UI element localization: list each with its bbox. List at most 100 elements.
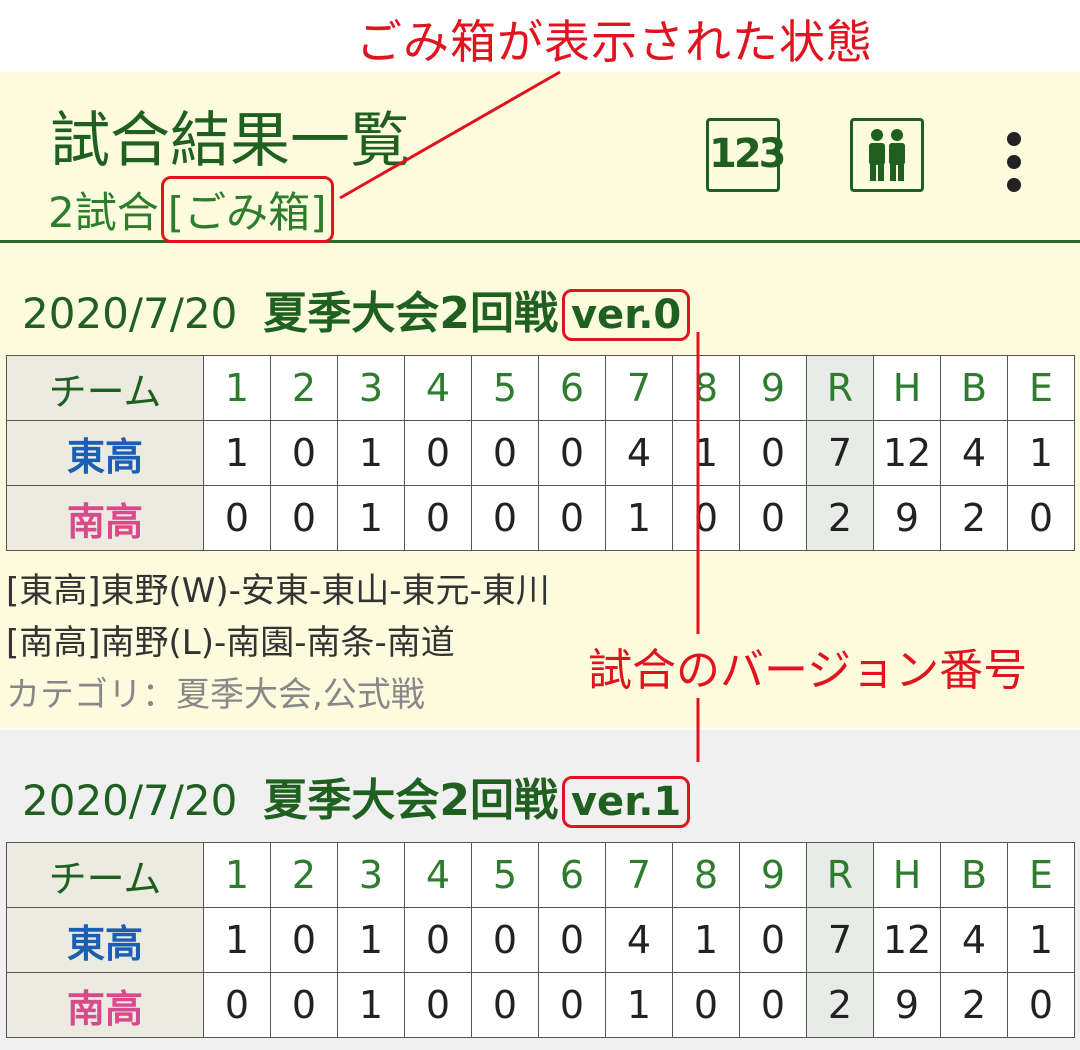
players-icon-glyph — [869, 129, 905, 181]
score-cell: 0 — [538, 972, 606, 1038]
column-header: H — [873, 355, 941, 421]
column-header: 1 — [203, 355, 271, 421]
runs-cell: 7 — [806, 420, 874, 486]
column-header: 9 — [739, 842, 807, 908]
score-cell: 0 — [739, 907, 807, 973]
column-header: 4 — [404, 355, 472, 421]
scoreboard-header-row: チーム 1 2 3 4 5 6 7 8 9 R H B E — [6, 355, 1075, 421]
runs-cell: 7 — [806, 907, 874, 973]
team-name: 南高 — [6, 485, 204, 551]
annotation-version-number: 試合のバージョン番号 — [588, 634, 1028, 698]
score-cell: 0 — [203, 972, 271, 1038]
column-header: 7 — [605, 842, 673, 908]
hits-cell: 9 — [873, 972, 941, 1038]
score-cell: 1 — [672, 907, 740, 973]
column-header: 5 — [471, 355, 539, 421]
hits-cell: 9 — [873, 485, 941, 551]
score-cell: 0 — [739, 485, 807, 551]
game-version: ver.0 — [561, 289, 691, 341]
errors-cell: 1 — [1007, 420, 1075, 486]
score-cell: 0 — [672, 972, 740, 1038]
hits-cell: 12 — [873, 907, 941, 973]
column-header: 4 — [404, 842, 472, 908]
score-cell: 0 — [270, 485, 338, 551]
score-cell: 0 — [538, 485, 606, 551]
scoreboard-table: チーム 1 2 3 4 5 6 7 8 9 R H B E 東高 1 0 1 0… — [6, 355, 1075, 551]
players-icon[interactable] — [850, 118, 924, 192]
column-header: 1 — [203, 842, 271, 908]
team-row: 南高 0 0 1 0 0 0 1 0 0 2 9 2 0 — [6, 972, 1075, 1038]
score-cell: 0 — [404, 972, 472, 1038]
team-row: 東高 1 0 1 0 0 0 4 1 0 7 12 4 1 — [6, 420, 1075, 486]
game-count: 2試合 — [48, 188, 159, 237]
score-cell: 1 — [337, 485, 405, 551]
column-header: 6 — [538, 355, 606, 421]
score-cell: 0 — [471, 485, 539, 551]
walks-cell: 4 — [940, 907, 1008, 973]
errors-cell: 0 — [1007, 485, 1075, 551]
game-title: 夏季大会2回戦 — [263, 288, 558, 339]
game-title: 夏季大会2回戦 — [263, 775, 558, 826]
score-cell: 0 — [471, 420, 539, 486]
score-cell: 0 — [404, 907, 472, 973]
score-cell: 1 — [203, 907, 271, 973]
pitcher-summary: [東高]東野(W)-安東-東山-東元-東川 [南高]南野(L)-南園-南条-南道… — [6, 565, 550, 721]
team-row: 南高 0 0 1 0 0 0 1 0 0 2 9 2 0 — [6, 485, 1075, 551]
hits-cell: 12 — [873, 420, 941, 486]
column-header: E — [1007, 842, 1075, 908]
column-header: 3 — [337, 355, 405, 421]
app-header: 試合結果一覧 2試合 [ごみ箱] 123 — [0, 72, 1080, 243]
column-header: H — [873, 842, 941, 908]
annotation-trash-state: ごみ箱が表示された状態 — [356, 15, 873, 69]
pitchers-south: [南高]南野(L)-南園-南条-南道 — [6, 623, 455, 663]
score-cell: 1 — [605, 972, 673, 1038]
game-version: ver.1 — [561, 776, 691, 828]
column-header: B — [940, 355, 1008, 421]
score-123-icon-text: 123 — [709, 131, 787, 177]
game-card-2[interactable]: 2020/7/20 夏季大会2回戦 ver.1 チーム 1 2 3 4 5 6 7 … — [0, 730, 1080, 1050]
team-name: 南高 — [6, 972, 204, 1038]
column-header: 2 — [270, 355, 338, 421]
score-cell: 1 — [605, 485, 673, 551]
score-cell: 4 — [605, 907, 673, 973]
score-cell: 4 — [605, 420, 673, 486]
column-header: R — [806, 842, 874, 908]
score-cell: 0 — [739, 420, 807, 486]
column-header: 8 — [672, 842, 740, 908]
walks-cell: 2 — [940, 972, 1008, 1038]
score-cell: 0 — [538, 420, 606, 486]
game-date: 2020/7/20 — [22, 776, 238, 825]
team-row: 東高 1 0 1 0 0 0 4 1 0 7 12 4 1 — [6, 907, 1075, 973]
score-cell: 1 — [203, 420, 271, 486]
column-header: 3 — [337, 842, 405, 908]
score-123-icon[interactable]: 123 — [706, 118, 787, 192]
game-count-subtitle: 2試合 [ごみ箱] — [48, 176, 334, 243]
column-header: 2 — [270, 842, 338, 908]
score-cell: 0 — [404, 485, 472, 551]
score-cell: 0 — [270, 972, 338, 1038]
scoreboard-header-row: チーム 1 2 3 4 5 6 7 8 9 R H B E — [6, 842, 1075, 908]
score-cell: 0 — [538, 907, 606, 973]
page-title: 試合結果一覧 — [50, 106, 410, 176]
runs-cell: 2 — [806, 485, 874, 551]
column-header: チーム — [6, 842, 204, 908]
column-header: 9 — [739, 355, 807, 421]
game-heading: 2020/7/20 夏季大会2回戦 ver.1 — [22, 764, 691, 828]
column-header: チーム — [6, 355, 204, 421]
score-cell: 0 — [270, 907, 338, 973]
more-vert-icon[interactable] — [1000, 132, 1028, 192]
column-header: 7 — [605, 355, 673, 421]
column-header: B — [940, 842, 1008, 908]
column-header: 8 — [672, 355, 740, 421]
scoreboard-table: チーム 1 2 3 4 5 6 7 8 9 R H B E 東高 1 0 1 0… — [6, 842, 1075, 1038]
errors-cell: 0 — [1007, 972, 1075, 1038]
column-header: E — [1007, 355, 1075, 421]
score-cell: 0 — [404, 420, 472, 486]
column-header: R — [806, 355, 874, 421]
walks-cell: 4 — [940, 420, 1008, 486]
errors-cell: 1 — [1007, 907, 1075, 973]
column-header: 6 — [538, 842, 606, 908]
team-name: 東高 — [6, 907, 204, 973]
score-cell: 0 — [270, 420, 338, 486]
score-cell: 0 — [672, 485, 740, 551]
